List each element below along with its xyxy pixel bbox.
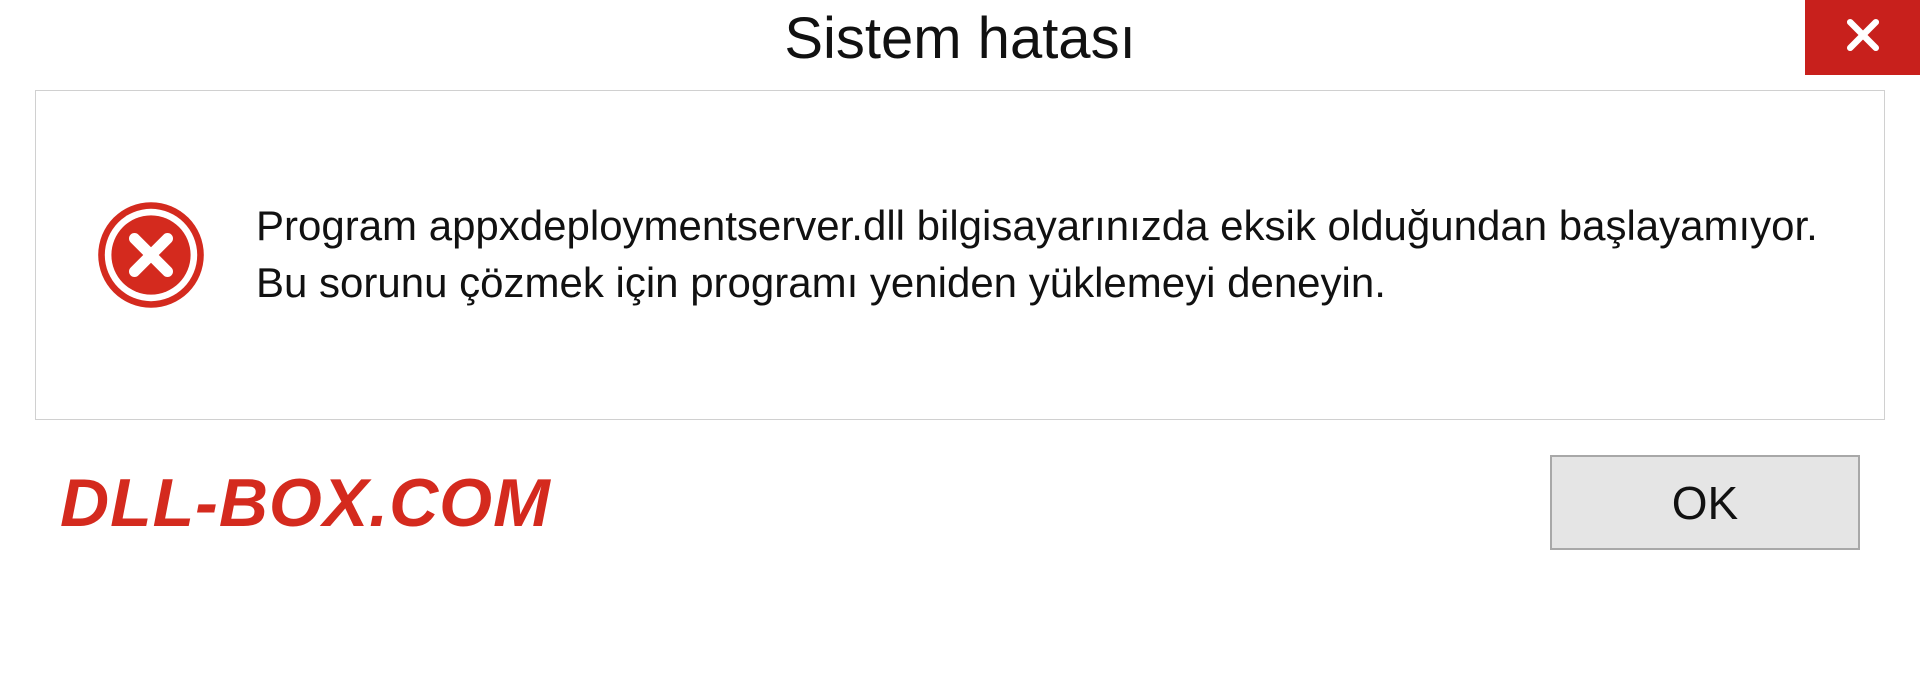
ok-button[interactable]: OK xyxy=(1550,455,1860,550)
dialog-title: Sistem hatası xyxy=(784,5,1135,72)
error-icon xyxy=(96,200,206,310)
dialog-footer: DLL-BOX.COM OK xyxy=(0,420,1920,550)
dialog-content: Program appxdeploymentserver.dll bilgisa… xyxy=(35,90,1885,420)
titlebar: Sistem hatası xyxy=(0,0,1920,90)
close-button[interactable] xyxy=(1805,0,1920,75)
close-icon xyxy=(1841,13,1885,62)
error-message: Program appxdeploymentserver.dll bilgisa… xyxy=(256,198,1824,311)
watermark-text: DLL-BOX.COM xyxy=(60,464,551,542)
